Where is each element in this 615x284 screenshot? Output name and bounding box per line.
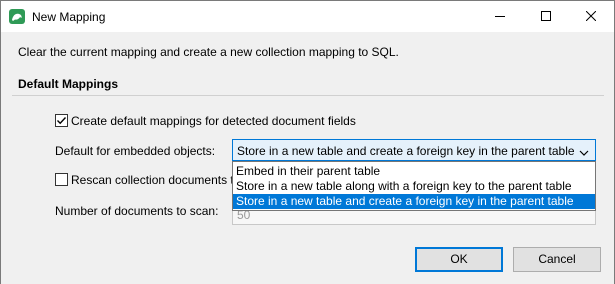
rescan-label[interactable]: Rescan collection documents t — [71, 173, 234, 187]
cancel-button[interactable]: Cancel — [513, 247, 601, 272]
dropdown-option-selected[interactable]: Store in a new table and create a foreig… — [233, 194, 595, 209]
close-button[interactable] — [568, 1, 614, 32]
dropdown-option[interactable]: Embed in their parent table — [233, 164, 595, 179]
embedded-objects-selected: Store in a new table and create a foreig… — [237, 144, 575, 158]
window-title: New Mapping — [32, 10, 106, 24]
new-mapping-dialog: New Mapping Clear the current mapping an… — [0, 0, 615, 284]
minimize-icon — [495, 10, 505, 24]
title-bar[interactable]: New Mapping — [1, 1, 614, 32]
dialog-body: Clear the current mapping and create a n… — [1, 32, 614, 284]
section-divider — [12, 95, 604, 96]
section-title: Default Mappings — [18, 77, 119, 91]
checkmark-icon — [57, 117, 67, 125]
dialog-description: Clear the current mapping and create a n… — [18, 45, 399, 59]
embedded-objects-dropdown: Embed in their parent table Store in a n… — [232, 161, 596, 211]
close-icon — [585, 10, 597, 24]
chevron-down-icon — [579, 146, 589, 160]
maximize-icon — [541, 10, 551, 24]
create-defaults-checkbox[interactable] — [55, 114, 68, 127]
ok-button[interactable]: OK — [415, 247, 503, 272]
embedded-objects-label: Default for embedded objects: — [55, 144, 216, 158]
dropdown-option[interactable]: Store in a new table along with a foreig… — [233, 179, 595, 194]
create-defaults-label[interactable]: Create default mappings for detected doc… — [71, 114, 356, 128]
docs-to-scan-label: Number of documents to scan: — [55, 204, 219, 218]
rescan-checkbox[interactable] — [55, 173, 68, 186]
maximize-button[interactable] — [523, 1, 569, 32]
minimize-button[interactable] — [477, 1, 523, 32]
app-logo-icon — [9, 9, 25, 24]
embedded-objects-select[interactable]: Store in a new table and create a foreig… — [232, 139, 596, 161]
